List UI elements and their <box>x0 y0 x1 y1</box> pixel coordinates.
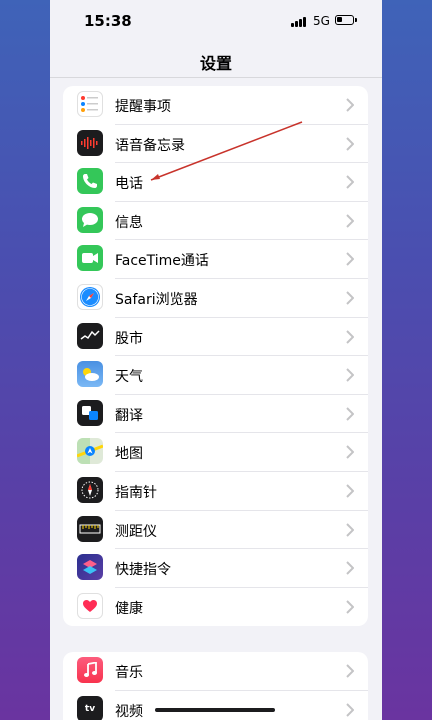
measure-icon <box>77 515 103 542</box>
settings-row-safari[interactable]: Safari浏览器 <box>63 279 368 318</box>
home-indicator[interactable] <box>155 708 275 712</box>
network-type: 5G <box>313 14 330 28</box>
shortcuts-icon <box>77 554 103 581</box>
settings-row-health[interactable]: 健康 <box>63 588 368 627</box>
voice-memos-icon <box>77 129 103 156</box>
chevron-right-icon <box>346 561 354 575</box>
nav-divider <box>50 77 382 78</box>
row-label: 指南针 <box>115 484 157 501</box>
chevron-right-icon <box>346 98 354 112</box>
row-label: 地图 <box>115 446 143 463</box>
chevron-right-icon <box>346 445 354 460</box>
messages-icon <box>77 206 103 233</box>
battery-tip <box>355 18 357 22</box>
row-label: 信息 <box>115 214 143 231</box>
settings-row-phone[interactable]: 电话 <box>63 163 368 202</box>
row-label: 提醒事项 <box>115 99 171 115</box>
row-label: 音乐 <box>115 665 143 681</box>
chevron-right-icon <box>346 664 354 678</box>
chevron-right-icon <box>346 368 354 382</box>
row-label: Safari浏览器 <box>115 291 198 308</box>
battery-icon <box>335 15 354 25</box>
tv-icon: tv <box>77 695 103 720</box>
settings-row-translate[interactable]: 翻译 <box>63 395 368 434</box>
settings-row-shortcuts[interactable]: 快捷指令 <box>63 549 368 588</box>
row-label: 快捷指令 <box>115 562 171 579</box>
settings-row-compass[interactable]: 指南针 <box>63 472 368 511</box>
stocks-icon <box>77 322 103 349</box>
weather-icon <box>77 361 103 388</box>
chevron-right-icon <box>346 484 354 498</box>
row-label: 股市 <box>115 330 143 347</box>
chevron-right-icon <box>346 214 354 228</box>
settings-row-maps[interactable]: 地图 <box>63 433 368 472</box>
row-label: FaceTime通话 <box>115 253 209 270</box>
maps-icon <box>77 438 103 465</box>
chevron-right-icon <box>346 291 354 305</box>
translate-icon <box>77 399 103 426</box>
row-label: 电话 <box>115 176 143 193</box>
settings-row-reminders[interactable]: 提醒事项 <box>63 86 368 125</box>
settings-row-voice-memos[interactable]: 语音备忘录 <box>63 125 368 164</box>
page-title: 设置 <box>199 54 232 73</box>
row-label: 视频 <box>115 703 143 720</box>
row-label: 测距仪 <box>115 523 157 540</box>
chevron-right-icon <box>346 252 354 267</box>
reminders-icon <box>77 91 103 117</box>
settings-row-stocks[interactable]: 股市 <box>63 318 368 357</box>
row-label: 健康 <box>115 600 143 617</box>
chevron-right-icon <box>346 702 354 717</box>
settings-row-facetime[interactable]: FaceTime通话 <box>63 240 368 279</box>
row-label: 翻译 <box>115 407 143 424</box>
row-label: 天气 <box>115 369 143 386</box>
row-label: 语音备忘录 <box>115 137 185 154</box>
chevron-right-icon <box>346 522 354 537</box>
chevron-right-icon <box>346 329 354 344</box>
settings-screen: 15:38 5G 设置 提醒事项 语音备忘录 电话 信息 FaceTime通话 … <box>50 0 382 720</box>
signal-icon <box>291 16 309 27</box>
chevron-right-icon <box>346 600 354 614</box>
status-time: 15:38 <box>84 12 132 30</box>
settings-row-messages[interactable]: 信息 <box>63 202 368 241</box>
chevron-right-icon <box>346 407 354 421</box>
chevron-right-icon <box>346 136 354 151</box>
settings-row-weather[interactable]: 天气 <box>63 356 368 395</box>
settings-group-apps: 提醒事项 语音备忘录 电话 信息 FaceTime通话 Safari浏览器 股市… <box>63 86 368 627</box>
phone-icon <box>77 168 103 195</box>
settings-row-tv[interactable]: tv 视频 <box>63 691 368 720</box>
settings-row-measure[interactable]: 测距仪 <box>63 511 368 550</box>
compass-icon <box>77 476 103 503</box>
safari-icon <box>77 283 103 310</box>
facetime-icon <box>77 245 103 272</box>
settings-row-music[interactable]: 音乐 <box>63 652 368 691</box>
health-icon <box>77 592 103 619</box>
status-bar: 15:38 5G <box>50 0 382 44</box>
music-icon <box>77 657 103 683</box>
chevron-right-icon <box>346 175 354 189</box>
